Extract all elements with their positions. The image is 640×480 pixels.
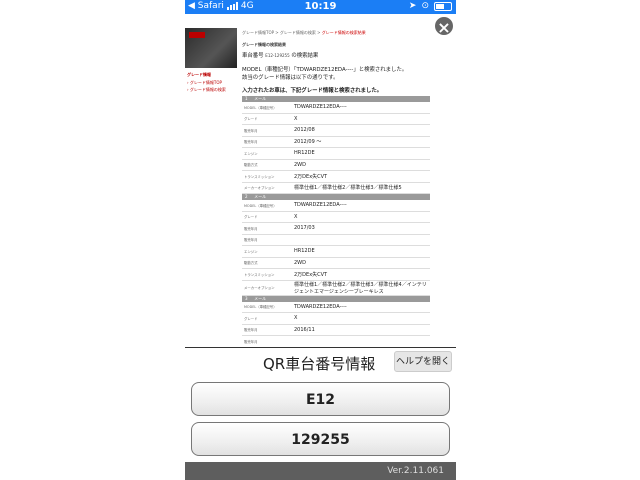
- row-key: エンジン: [242, 347, 294, 348]
- table-row: グレード X: [242, 113, 430, 125]
- table-row: エンジンHR12DE: [242, 147, 430, 160]
- location-icon: ➤: [408, 1, 417, 11]
- header-image: [185, 28, 237, 68]
- row-value: 2017/03: [294, 222, 430, 235]
- app-title: QR車台番号情報: [263, 355, 376, 373]
- brand-logo: [189, 32, 205, 38]
- table-row: グレード X: [242, 211, 430, 223]
- row-value: 標準仕様1／標準仕様2／標準仕様3／標準仕様5: [294, 182, 430, 194]
- row-key: 販売年月: [242, 136, 294, 148]
- row-value: HR12DE: [294, 147, 430, 160]
- row-value: HR12DE: [294, 245, 430, 258]
- row-value: X: [294, 312, 430, 325]
- row-value: HR12DE: [294, 347, 430, 348]
- sidebar-link-search[interactable]: › グレード情報の検索: [187, 87, 237, 93]
- status-right: ➤ ⊙: [409, 1, 452, 11]
- grade-table: 1 メール MODEL（車種記号） TDWARDZE12EDA---- グレード X 販売…: [242, 96, 430, 348]
- sidebar-heading: グレード情報: [187, 72, 211, 77]
- row-key: グレード: [242, 211, 294, 223]
- serial-number-field[interactable]: 129255: [191, 422, 450, 456]
- table-row: エンジンHR12DE: [242, 245, 430, 258]
- version-label: Ver.2.11.061: [387, 466, 444, 476]
- table-row: MODEL（車種記号） TDWARDZE12EDA----: [242, 102, 430, 114]
- table-row: 駆動方式 2WD: [242, 159, 430, 171]
- chassis-label: 車台番号: [242, 53, 264, 59]
- row-key: メーカーオプション: [242, 182, 294, 194]
- row-value: 2012/08: [294, 124, 430, 137]
- row-key: トランスミッション: [242, 170, 294, 183]
- row-key: トランスミッション: [242, 268, 294, 281]
- table-row: メーカーオプション 標準仕様1／標準仕様2／標準仕様3／標準仕様4／インテリジェン…: [242, 280, 430, 296]
- model-code-field[interactable]: E12: [191, 382, 450, 416]
- result-line-2: 該当のグレード情報は以下の通りです。: [242, 75, 339, 81]
- row-key: 駆動方式: [242, 159, 294, 171]
- row-value: 2WD: [294, 257, 430, 269]
- row-value: 2万DEx失CVT: [294, 268, 430, 281]
- table-row: 販売年月: [242, 335, 430, 347]
- row-value: TDWARDZE12EDA----: [294, 200, 430, 212]
- row-key: メーカーオプション: [242, 280, 294, 296]
- row-key: 販売年月: [242, 234, 294, 246]
- row-value: [294, 335, 430, 347]
- row-key: 駆動方式: [242, 257, 294, 269]
- phone-screen: ◀ Safari 4G 10:19 ➤ ⊙ × グレード情報TOP > グレード…: [185, 0, 456, 480]
- row-key: MODEL（車種記号）: [242, 102, 294, 114]
- chassis-suffix: の検索結果: [291, 53, 319, 59]
- table-row: 販売年月 2012/09 〜: [242, 136, 430, 148]
- row-key: 販売年月: [242, 335, 294, 347]
- result-line-1: MODEL（車種記号）「TDWARDZE12EDA----」と検索されました。: [242, 67, 408, 73]
- row-value: 2WD: [294, 159, 430, 171]
- lock-rotation-icon: ⊙: [421, 1, 429, 11]
- chassis-value: E12-129255: [265, 53, 290, 58]
- table-row: 駆動方式 2WD: [242, 257, 430, 269]
- help-button[interactable]: ヘルプを開く: [394, 351, 452, 372]
- row-key: 販売年月: [242, 124, 294, 137]
- row-value: 2016/11: [294, 324, 430, 336]
- row-key: エンジン: [242, 245, 294, 258]
- table-row: 販売年月: [242, 234, 430, 246]
- row-value: TDWARDZE12EDA----: [294, 102, 430, 114]
- chassis-line: 車台番号 E12-129255 の検索結果: [242, 51, 430, 59]
- row-value: 2012/09 〜: [294, 136, 430, 148]
- row-value: [294, 234, 430, 246]
- sidebar: グレード情報 › グレード情報TOP › グレード情報の検索: [187, 72, 237, 93]
- battery-icon: [434, 1, 452, 11]
- row-key: MODEL（車種記号）: [242, 301, 294, 313]
- row-key: グレード: [242, 113, 294, 125]
- status-bar: ◀ Safari 4G 10:19 ➤ ⊙: [185, 0, 456, 14]
- result-heading: 入力されたお車は、下記グレード情報と検索されました。: [242, 88, 383, 94]
- row-key: 販売年月: [242, 324, 294, 336]
- table-row: グレード X: [242, 312, 430, 325]
- page-heading: グレード情報の検索結果: [242, 42, 286, 47]
- main-content: グレード情報の検索結果 車台番号 E12-129255 の検索結果 MODEL（…: [242, 42, 430, 348]
- table-row: トランスミッション 2万DEx失CVT: [242, 170, 430, 183]
- close-icon[interactable]: ×: [433, 15, 455, 37]
- sidebar-link-top[interactable]: › グレード情報TOP: [187, 80, 237, 86]
- row-key: 販売年月: [242, 222, 294, 235]
- table-row: トランスミッション 2万DEx失CVT: [242, 268, 430, 281]
- table-row: メーカーオプション 標準仕様1／標準仕様2／標準仕様3／標準仕様5: [242, 182, 430, 194]
- row-value: X: [294, 113, 430, 125]
- row-value: X: [294, 211, 430, 223]
- row-value: 2万DEx失CVT: [294, 170, 430, 183]
- table-row: エンジンHR12DE: [242, 347, 430, 348]
- table-row: 販売年月 2016/11: [242, 324, 430, 336]
- footer-bar: Ver.2.11.061: [185, 462, 456, 480]
- row-value: 標準仕様1／標準仕様2／標準仕様3／標準仕様4／インテリジェントエマージェンシー…: [294, 280, 430, 296]
- table-row: 販売年月 2012/08: [242, 124, 430, 137]
- breadcrumb-current: グレード情報の検索結果: [321, 30, 366, 35]
- web-view[interactable]: × グレード情報TOP > グレード情報の検索 > グレード情報の検索結果 グレ…: [185, 14, 456, 348]
- table-row: MODEL（車種記号） TDWARDZE12EDA----: [242, 200, 430, 212]
- row-key: エンジン: [242, 147, 294, 160]
- row-value: TDWARDZE12EDA----: [294, 301, 430, 313]
- table-row: MODEL（車種記号） TDWARDZE12EDA----: [242, 301, 430, 313]
- row-key: MODEL（車種記号）: [242, 200, 294, 212]
- table-row: 販売年月 2017/03: [242, 222, 430, 235]
- row-key: グレード: [242, 312, 294, 325]
- breadcrumb-path[interactable]: グレード情報TOP > グレード情報の検索 >: [242, 30, 322, 35]
- breadcrumb: グレード情報TOP > グレード情報の検索 > グレード情報の検索結果: [242, 30, 366, 36]
